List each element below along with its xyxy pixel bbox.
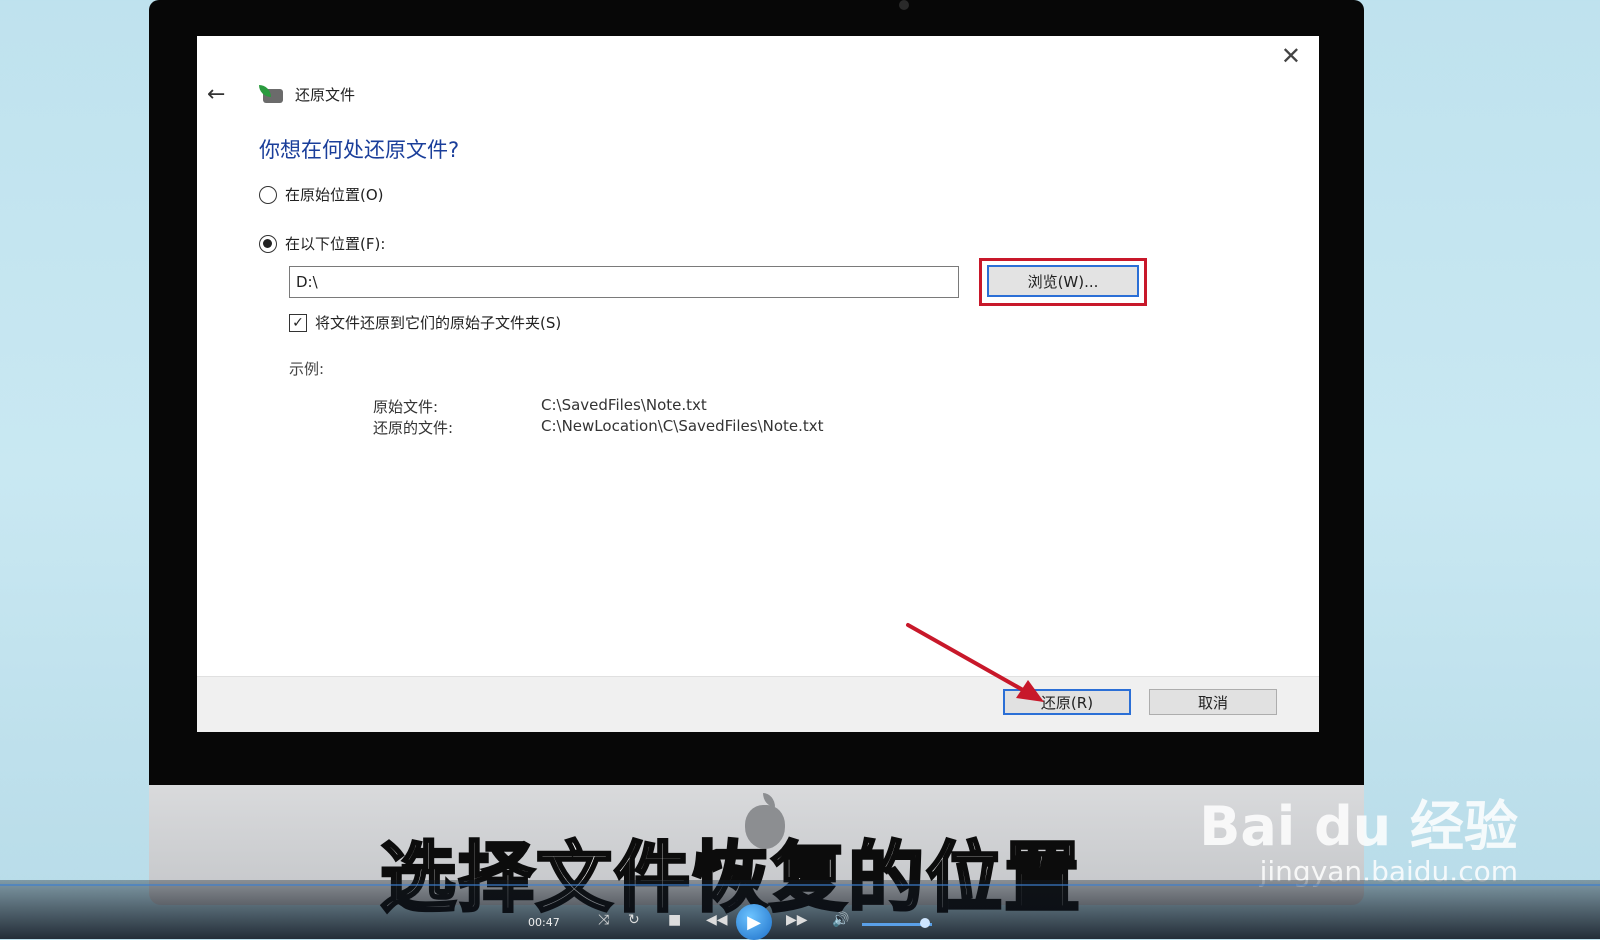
shuffle-icon[interactable]: ⤨: [598, 912, 609, 928]
video-player-bar: [0, 880, 1600, 939]
location-path-input[interactable]: [289, 266, 959, 298]
example-row: 还原的文件: C:\NewLocation\C\SavedFiles\Note.…: [373, 417, 824, 438]
restore-files-dialog: ✕ ← 还原文件 你想在何处还原文件? 在原始位置(O) 在以下位置(F): 浏…: [197, 36, 1319, 732]
player-time: 00:47: [528, 916, 560, 929]
option-following-location[interactable]: 在以下位置(F):: [259, 233, 385, 254]
close-icon[interactable]: ✕: [1281, 42, 1301, 70]
example-key: 原始文件:: [373, 398, 439, 416]
example-value: C:\NewLocation\C\SavedFiles\Note.txt: [541, 417, 824, 435]
option-original-label: 在原始位置(O): [285, 186, 384, 204]
dialog-title: 还原文件: [295, 86, 356, 104]
option-original-location[interactable]: 在原始位置(O): [259, 184, 384, 205]
video-progress-line[interactable]: [0, 884, 1600, 886]
option-following-label: 在以下位置(F):: [285, 235, 386, 253]
watermark-brand: Bai du 经验: [1199, 795, 1518, 858]
subfolder-checkbox-label: 将文件还原到它们的原始子文件夹(S): [315, 314, 562, 332]
dialog-heading: 你想在何处还原文件?: [259, 138, 460, 162]
dialog-header: ← 还原文件: [207, 82, 355, 107]
radio-following[interactable]: [259, 234, 277, 253]
example-table: 原始文件: C:\SavedFiles\Note.txt 还原的文件: C:\N…: [373, 396, 824, 438]
radio-original[interactable]: [259, 185, 277, 204]
cancel-button[interactable]: 取消: [1149, 689, 1277, 715]
subfolder-option[interactable]: ✓ 将文件还原到它们的原始子文件夹(S): [289, 312, 561, 333]
example-label: 示例:: [289, 360, 325, 378]
dialog-footer: 还原(R) 取消: [197, 676, 1319, 732]
restore-button[interactable]: 还原(R): [1003, 689, 1131, 715]
repeat-icon[interactable]: ↻: [628, 912, 640, 928]
fast-forward-icon[interactable]: ▶▶: [786, 912, 808, 928]
restore-files-icon: [259, 84, 283, 105]
subfolder-checkbox[interactable]: ✓: [289, 313, 307, 332]
example-value: C:\SavedFiles\Note.txt: [541, 396, 707, 414]
baidu-watermark: Bai du 经验 jingyan.baidu.com: [1199, 782, 1518, 888]
browse-button[interactable]: 浏览(W)...: [987, 265, 1139, 297]
play-icon[interactable]: ▶: [736, 904, 772, 940]
volume-icon[interactable]: 🔊: [832, 912, 849, 928]
back-arrow-icon[interactable]: ←: [207, 82, 247, 107]
rewind-icon[interactable]: ◀◀: [706, 912, 728, 928]
example-row: 原始文件: C:\SavedFiles\Note.txt: [373, 396, 824, 417]
volume-knob[interactable]: [920, 918, 930, 928]
stop-icon[interactable]: ■: [668, 912, 681, 928]
camera-dot: [899, 0, 909, 10]
example-key: 还原的文件:: [373, 419, 454, 437]
